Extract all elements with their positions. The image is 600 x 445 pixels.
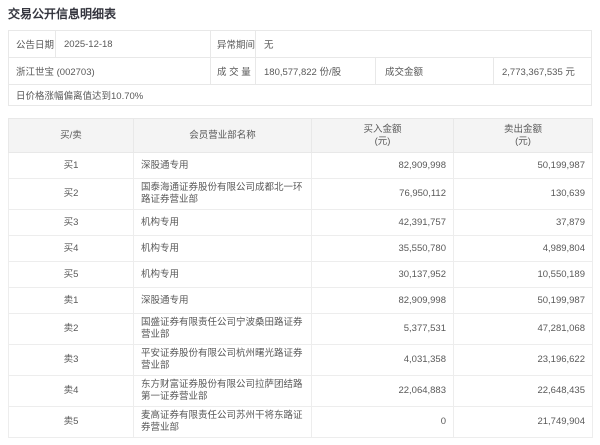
header-buy-amount: 买入金额 (元) bbox=[311, 118, 454, 153]
announce-date-label: 公告日期 bbox=[9, 31, 56, 57]
row-branch-name: 机构专用 bbox=[133, 235, 312, 262]
row-branch-name: 深股通专用 bbox=[133, 152, 312, 179]
row-side-rank: 卖3 bbox=[8, 344, 134, 376]
table-row: 卖5 麦高证券有限责任公司苏州干将东路证券营业部 0 21,749,904 bbox=[8, 406, 593, 438]
row-side-rank: 卖5 bbox=[8, 406, 134, 438]
volume-label: 成 交 量 bbox=[211, 58, 256, 84]
row-branch-name: 国盛证券有限责任公司宁波桑田路证券营业部 bbox=[133, 313, 312, 345]
row-branch-name: 平安证券股份有限公司杭州曙光路证券营业部 bbox=[133, 344, 312, 376]
row-buy-amount: 30,137,952 bbox=[311, 261, 454, 288]
table-row: 买5 机构专用 30,137,952 10,550,189 bbox=[8, 261, 593, 288]
row-branch-name: 机构专用 bbox=[133, 261, 312, 288]
table-body: 买1 深股通专用 82,909,998 50,199,987 买2 国泰海通证券… bbox=[8, 152, 593, 438]
row-side-rank: 买1 bbox=[8, 152, 134, 179]
info-row-date: 公告日期 2025-12-18 异常期间 无 bbox=[9, 31, 591, 58]
table-row: 买3 机构专用 42,391,757 37,879 bbox=[8, 209, 593, 236]
row-sell-amount: 130,639 bbox=[453, 178, 593, 210]
row-buy-amount: 82,909,998 bbox=[311, 152, 454, 179]
header-branch: 会员营业部名称 bbox=[133, 118, 312, 153]
page-title: 交易公开信息明细表 bbox=[8, 7, 117, 21]
row-side-rank: 买2 bbox=[8, 178, 134, 210]
row-side-rank: 卖4 bbox=[8, 375, 134, 407]
trade-disclosure-page: 交易公开信息明细表 公告日期 2025-12-18 异常期间 无 浙江世宝 (0… bbox=[0, 7, 600, 445]
row-sell-amount: 50,199,987 bbox=[453, 152, 593, 179]
table-row: 买4 机构专用 35,550,780 4,989,804 bbox=[8, 235, 593, 262]
row-buy-amount: 5,377,531 bbox=[311, 313, 454, 345]
row-branch-name: 深股通专用 bbox=[133, 287, 312, 314]
row-side-rank: 买4 bbox=[8, 235, 134, 262]
table-row: 卖4 东方财富证券股份有限公司拉萨团结路第一证券营业部 22,064,883 2… bbox=[8, 375, 593, 407]
abnormal-period-label: 异常期间 bbox=[211, 31, 256, 57]
row-side-rank: 卖1 bbox=[8, 287, 134, 314]
turnover-label: 成交金额 bbox=[376, 58, 494, 84]
row-branch-name: 国泰海通证券股份有限公司成都北一环路证券营业部 bbox=[133, 178, 312, 210]
header-sell-amount: 卖出金额 (元) bbox=[453, 118, 593, 153]
row-buy-amount: 4,031,358 bbox=[311, 344, 454, 376]
row-branch-name: 东方财富证券股份有限公司拉萨团结路第一证券营业部 bbox=[133, 375, 312, 407]
row-sell-amount: 50,199,987 bbox=[453, 287, 593, 314]
row-branch-name: 麦高证券有限责任公司苏州干将东路证券营业部 bbox=[133, 406, 312, 438]
table-row: 卖2 国盛证券有限责任公司宁波桑田路证券营业部 5,377,531 47,281… bbox=[8, 313, 593, 345]
row-buy-amount: 82,909,998 bbox=[311, 287, 454, 314]
stock-name-code: 浙江世宝 (002703) bbox=[9, 58, 211, 84]
table-header: 买/卖 会员营业部名称 买入金额 (元) 卖出金额 (元) bbox=[8, 118, 593, 153]
row-sell-amount: 4,989,804 bbox=[453, 235, 593, 262]
volume-value: 180,577,822 份/股 bbox=[256, 58, 376, 84]
row-buy-amount: 0 bbox=[311, 406, 454, 438]
turnover-value: 2,773,367,535 元 bbox=[502, 67, 575, 78]
header-side: 买/卖 bbox=[8, 118, 134, 153]
deviation-note: 日价格涨幅偏离值达到10.70% bbox=[16, 91, 144, 102]
broker-seats-table: 买/卖 会员营业部名称 买入金额 (元) 卖出金额 (元) 买1 深股通专用 8… bbox=[8, 118, 593, 438]
row-sell-amount: 22,648,435 bbox=[453, 375, 593, 407]
info-row-deviation: 日价格涨幅偏离值达到10.70% bbox=[9, 85, 591, 105]
row-buy-amount: 35,550,780 bbox=[311, 235, 454, 262]
row-sell-amount: 47,281,068 bbox=[453, 313, 593, 345]
row-buy-amount: 76,950,112 bbox=[311, 178, 454, 210]
table-row: 买2 国泰海通证券股份有限公司成都北一环路证券营业部 76,950,112 13… bbox=[8, 178, 593, 210]
row-branch-name: 机构专用 bbox=[133, 209, 312, 236]
row-buy-amount: 22,064,883 bbox=[311, 375, 454, 407]
summary-info-box: 公告日期 2025-12-18 异常期间 无 浙江世宝 (002703) 成 交… bbox=[8, 30, 592, 106]
row-sell-amount: 21,749,904 bbox=[453, 406, 593, 438]
row-sell-amount: 23,196,622 bbox=[453, 344, 593, 376]
row-sell-amount: 10,550,189 bbox=[453, 261, 593, 288]
info-row-stock: 浙江世宝 (002703) 成 交 量 180,577,822 份/股 成交金额… bbox=[9, 58, 591, 85]
row-side-rank: 买3 bbox=[8, 209, 134, 236]
row-sell-amount: 37,879 bbox=[453, 209, 593, 236]
table-row: 买1 深股通专用 82,909,998 50,199,987 bbox=[8, 152, 593, 179]
row-side-rank: 买5 bbox=[8, 261, 134, 288]
announce-date-value: 2025-12-18 bbox=[56, 31, 211, 57]
row-buy-amount: 42,391,757 bbox=[311, 209, 454, 236]
row-side-rank: 卖2 bbox=[8, 313, 134, 345]
table-row: 卖3 平安证券股份有限公司杭州曙光路证券营业部 4,031,358 23,196… bbox=[8, 344, 593, 376]
abnormal-period-value: 无 bbox=[264, 40, 274, 51]
table-row: 卖1 深股通专用 82,909,998 50,199,987 bbox=[8, 287, 593, 314]
